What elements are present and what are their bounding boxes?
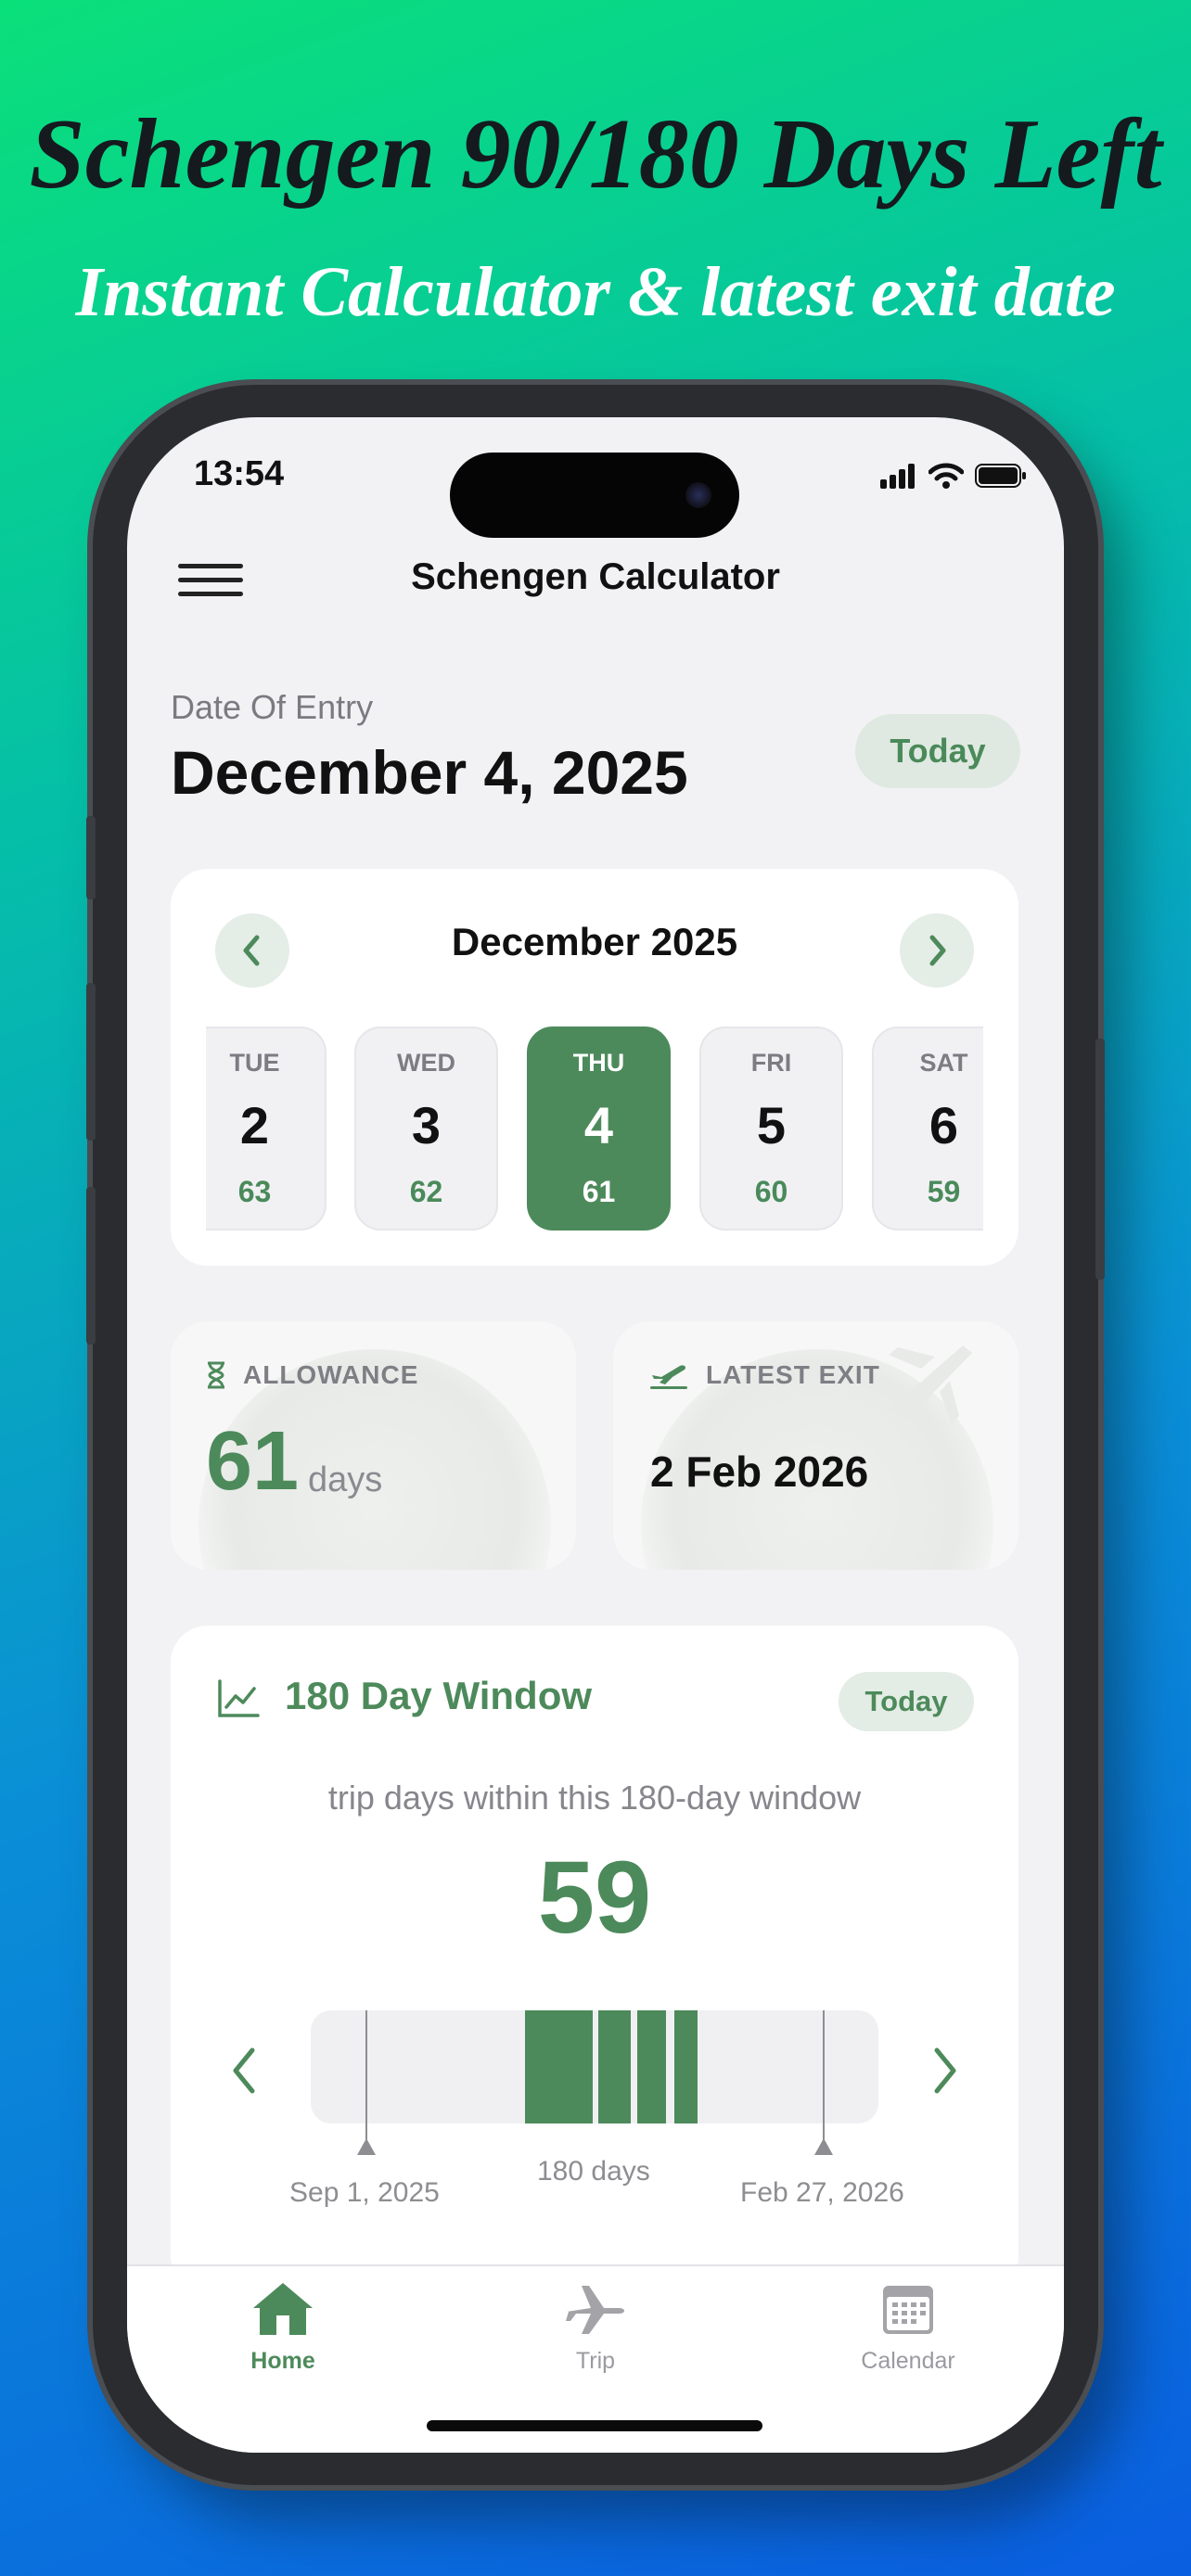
airplane-icon: [566, 2286, 624, 2334]
window-length-label: 180 days: [537, 2156, 650, 2187]
tab-calendar-label: Calendar: [861, 2348, 955, 2374]
day-remaining: 60: [754, 1175, 788, 1208]
day-cell-sat-6[interactable]: SAT 6 59: [872, 1027, 983, 1231]
window-end-date: Feb 27, 2026: [740, 2177, 904, 2208]
allowance-header: ALLOWANCE: [206, 1360, 418, 1390]
day-remaining: 63: [237, 1175, 272, 1208]
entry-date-value: December 4, 2025: [171, 738, 688, 807]
day-number: 6: [928, 1096, 959, 1154]
latest-exit-date: 2 Feb 2026: [650, 1447, 869, 1496]
phone-volume-up-button: [86, 983, 96, 1141]
cellular-signal-icon: [880, 464, 915, 489]
window-start-pointer: [357, 2138, 376, 2155]
day-number: 5: [756, 1096, 787, 1154]
day-weekday: FRI: [750, 1049, 792, 1077]
trip-segment: [525, 2010, 593, 2123]
latest-exit-header: LATEST EXIT: [648, 1360, 880, 1390]
day-cell-fri-5[interactable]: FRI 5 60: [699, 1027, 843, 1231]
day-strip: TUE 2 63 WED 3 62 THU 4 61 FRI 5 60 SAT: [206, 1027, 983, 1232]
today-button[interactable]: Today: [855, 714, 1020, 788]
chart-line-icon: [218, 1679, 260, 1717]
trip-segment: [598, 2010, 631, 2123]
day-weekday: SAT: [919, 1049, 968, 1077]
day-weekday: TUE: [229, 1049, 280, 1077]
entry-date-label: Date Of Entry: [171, 688, 374, 726]
promo-subheadline: Instant Calculator & latest exit date: [75, 253, 1116, 331]
day-cell-tue-2[interactable]: TUE 2 63: [206, 1027, 327, 1231]
nav-title: Schengen Calculator: [411, 556, 780, 597]
window-timeline: [311, 2010, 878, 2123]
chevron-right-icon: [929, 935, 946, 966]
camera-icon: [685, 482, 711, 508]
latest-exit-label: LATEST EXIT: [706, 1360, 880, 1389]
home-icon: [253, 2283, 313, 2335]
tab-home[interactable]: Home: [190, 2280, 376, 2375]
trip-segment: [637, 2010, 666, 2123]
allowance-card: ALLOWANCE 61 days: [171, 1321, 576, 1570]
day-remaining: 62: [409, 1175, 443, 1208]
hourglass-icon: [208, 1361, 224, 1389]
allowance-value: 61: [206, 1415, 300, 1508]
allowance-label: ALLOWANCE: [243, 1360, 419, 1389]
calendar-card: December 2025 TUE 2 63 WED 3 62 THU 4 61…: [171, 869, 1018, 1266]
tab-trip[interactable]: Trip: [503, 2280, 688, 2375]
calendar-icon: [883, 2286, 933, 2334]
app-screen: 13:54 Schengen Calculator Date Of Entry …: [127, 417, 1064, 2453]
day-cell-wed-3[interactable]: WED 3 62: [354, 1027, 498, 1231]
plane-departure-icon: [650, 1365, 687, 1389]
dynamic-island: [450, 453, 739, 538]
window-trip-day-count: 59: [537, 1841, 652, 1955]
day-cell-thu-4-selected[interactable]: THU 4 61: [527, 1027, 671, 1231]
window-title: 180 Day Window: [285, 1674, 593, 1717]
latest-exit-card: LATEST EXIT 2 Feb 2026: [613, 1321, 1018, 1570]
day-weekday: WED: [397, 1049, 455, 1077]
day-number: 3: [411, 1096, 442, 1154]
tab-calendar[interactable]: Calendar: [815, 2280, 1001, 2375]
window-start-marker: [365, 2010, 367, 2149]
next-window-arrow[interactable]: [926, 2043, 963, 2098]
day-remaining: 61: [582, 1175, 616, 1208]
window-card: 180 Day Window Today trip days within th…: [171, 1626, 1018, 2293]
window-end-pointer: [814, 2138, 833, 2155]
battery-icon: [975, 464, 1026, 488]
tab-home-label: Home: [250, 2348, 315, 2374]
previous-window-arrow[interactable]: [226, 2043, 263, 2098]
day-remaining: 59: [927, 1175, 961, 1208]
phone-action-button: [86, 816, 96, 899]
day-number: 4: [583, 1096, 614, 1154]
window-today-button[interactable]: Today: [839, 1672, 974, 1731]
window-end-marker: [823, 2010, 825, 2149]
window-caption: trip days within this 180-day window: [327, 1779, 862, 1817]
tab-trip-label: Trip: [575, 2348, 616, 2374]
airplane-watermark-icon: [889, 1345, 972, 1424]
allowance-unit: days: [308, 1460, 383, 1499]
status-time: 13:54: [194, 454, 285, 493]
calendar-month-title: December 2025: [451, 920, 738, 963]
wifi-icon: [928, 463, 964, 489]
home-indicator[interactable]: [427, 2420, 762, 2431]
window-start-date: Sep 1, 2025: [289, 2177, 440, 2208]
promo-headline: Schengen 90/180 Days Left: [29, 99, 1162, 210]
status-icons: [880, 462, 1027, 490]
trip-segment: [674, 2010, 698, 2123]
next-month-button[interactable]: [900, 913, 974, 988]
phone-power-button: [1095, 1039, 1105, 1280]
day-number: 2: [239, 1096, 270, 1154]
phone-volume-down-button: [86, 1187, 96, 1345]
day-weekday: THU: [572, 1049, 625, 1077]
